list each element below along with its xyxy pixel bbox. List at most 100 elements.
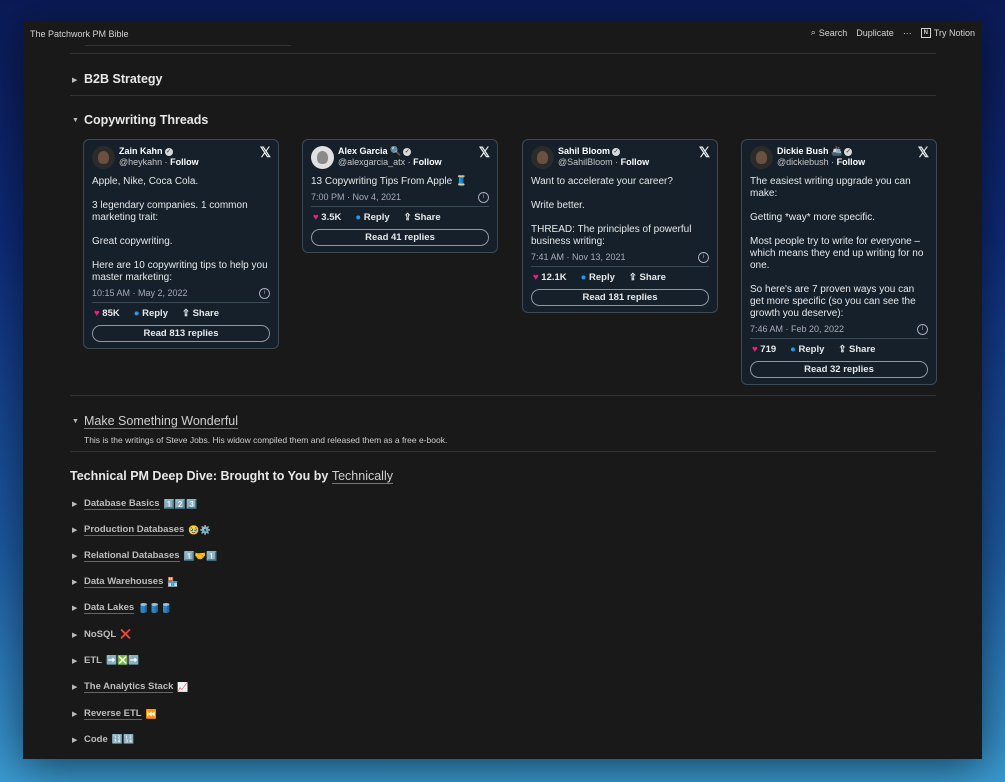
share-button[interactable]: ⇪ Share: [838, 344, 875, 355]
section-b2b-strategy[interactable]: B2B Strategy: [84, 72, 163, 86]
tech-item-label[interactable]: Relational Databases: [84, 550, 180, 562]
read-replies-button[interactable]: Read 41 replies: [311, 229, 489, 246]
tech-item-label[interactable]: Reverse ETL: [84, 708, 142, 720]
tweet-card[interactable]: Zain Kahn ✓ @heykahn · Follow 𝕏 Apple, Ni…: [83, 139, 279, 349]
tweet-timestamp[interactable]: 10:15 AM · May 2, 2022: [92, 288, 188, 299]
tweet-timestamp[interactable]: 7:46 AM · Feb 20, 2022: [750, 324, 844, 335]
top-bar: The Patchwork PM Bible ⌕ Search Duplicat…: [23, 22, 982, 46]
tech-item[interactable]: ▶ Data Warehouses 🏪: [72, 576, 179, 588]
x-logo-icon[interactable]: 𝕏: [479, 144, 490, 161]
like-button[interactable]: ♥ 85K: [94, 308, 120, 319]
author-name[interactable]: Sahil Bloom: [558, 146, 610, 156]
like-count: 12.1K: [541, 272, 567, 283]
follow-link[interactable]: Follow: [413, 157, 442, 167]
avatar[interactable]: [531, 146, 554, 169]
tweet-card[interactable]: Dickie Bush 🚢 ✓ @dickiebush · Follow 𝕏 Th…: [741, 139, 937, 385]
tech-item-label[interactable]: Data Warehouses: [84, 576, 164, 588]
x-logo-icon[interactable]: 𝕏: [699, 144, 710, 161]
toggle-arrow-icon[interactable]: ▶: [72, 604, 84, 612]
tweet-author: Zain Kahn ✓ @heykahn · Follow: [92, 146, 199, 169]
tech-item[interactable]: ▶ Database Basics 1️⃣2️⃣3️⃣: [72, 498, 197, 510]
tech-item[interactable]: ▶ Code 🔢🔢: [72, 734, 134, 745]
info-icon[interactable]: i: [478, 192, 489, 203]
avatar[interactable]: [92, 146, 115, 169]
toggle-arrow-icon[interactable]: ▶: [72, 578, 84, 586]
tech-item-label[interactable]: Production Databases: [84, 524, 185, 536]
like-button[interactable]: ♥ 719: [752, 344, 776, 355]
share-button[interactable]: ⇪ Share: [404, 212, 441, 223]
tech-item-label[interactable]: ETL: [84, 655, 102, 666]
like-button[interactable]: ♥ 3.5K: [313, 212, 341, 223]
tech-item[interactable]: ▶ The Analytics Stack 📈: [72, 681, 189, 693]
tech-item-label[interactable]: Code: [84, 734, 108, 745]
tech-item-label[interactable]: Data Lakes: [84, 602, 135, 614]
author-name[interactable]: Dickie Bush: [777, 146, 829, 156]
divider: [70, 95, 936, 96]
tweet-card[interactable]: Sahil Bloom ✓ @SahilBloom · Follow 𝕏 Want…: [522, 139, 718, 313]
author-handle[interactable]: @dickiebush: [777, 157, 829, 167]
tech-item[interactable]: ▶ Reverse ETL ⏮️: [72, 708, 157, 720]
section-make-something-wonderful[interactable]: Make Something Wonderful: [84, 414, 239, 429]
toggle-arrow-icon[interactable]: ▶: [72, 76, 77, 84]
toggle-arrow-down-icon[interactable]: ▼: [72, 117, 79, 124]
avatar[interactable]: [750, 146, 773, 169]
toggle-arrow-icon[interactable]: ▶: [72, 683, 84, 691]
reply-button[interactable]: ● Reply: [581, 272, 615, 283]
like-count: 3.5K: [321, 212, 342, 223]
like-button[interactable]: ♥ 12.1K: [533, 272, 567, 283]
tweet-text: 13 Copywriting Tips From Apple 🧵: [311, 176, 468, 187]
tweet-actions: ♥ 12.1K ● Reply ⇪ Share: [533, 272, 666, 283]
info-icon[interactable]: i: [917, 324, 928, 335]
info-icon[interactable]: i: [259, 288, 270, 299]
tech-item-label[interactable]: NoSQL: [84, 629, 116, 640]
tech-item-label[interactable]: The Analytics Stack: [84, 681, 174, 693]
author-name[interactable]: Zain Kahn: [119, 146, 163, 156]
search-button[interactable]: ⌕ Search: [811, 27, 848, 38]
x-logo-icon[interactable]: 𝕏: [260, 144, 271, 161]
toggle-arrow-icon[interactable]: ▶: [72, 736, 84, 744]
try-notion-button[interactable]: N Try Notion: [920, 27, 975, 38]
divider: [85, 45, 291, 46]
read-replies-button[interactable]: Read 181 replies: [531, 289, 709, 306]
page-link[interactable]: Make Something Wonderful: [84, 414, 239, 429]
author-handle[interactable]: @alexgarcia_atx: [338, 157, 405, 167]
follow-link[interactable]: Follow: [837, 157, 866, 167]
toggle-arrow-icon[interactable]: ▶: [72, 631, 84, 639]
technically-link[interactable]: Technically: [331, 469, 393, 484]
author-handle[interactable]: @SahilBloom: [558, 157, 613, 167]
tech-item[interactable]: ▶ ETL ➡️❎➡️: [72, 655, 140, 666]
follow-link[interactable]: Follow: [621, 157, 650, 167]
tweet-timestamp[interactable]: 7:41 AM · Nov 13, 2021: [531, 252, 626, 263]
reply-button[interactable]: ● Reply: [790, 344, 824, 355]
tech-item[interactable]: ▶ Production Databases 🥹⚙️: [72, 524, 211, 536]
tech-item[interactable]: ▶ Relational Databases 1️⃣🤝1️⃣: [72, 550, 217, 562]
toggle-arrow-icon[interactable]: ▶: [72, 526, 84, 534]
share-button[interactable]: ⇪ Share: [629, 272, 666, 283]
avatar[interactable]: [311, 146, 334, 169]
toggle-arrow-down-icon[interactable]: ▼: [72, 418, 79, 425]
toggle-arrow-icon[interactable]: ▶: [72, 552, 84, 560]
author-handle[interactable]: @heykahn: [119, 157, 162, 167]
reply-button[interactable]: ● Reply: [134, 308, 168, 319]
read-replies-button[interactable]: Read 813 replies: [92, 325, 270, 342]
toggle-arrow-icon[interactable]: ▶: [72, 500, 84, 508]
duplicate-button[interactable]: Duplicate: [856, 28, 894, 38]
divider: [70, 395, 936, 396]
more-options-button[interactable]: ···: [903, 28, 912, 38]
follow-link[interactable]: Follow: [170, 157, 199, 167]
tech-item-label[interactable]: Database Basics: [84, 498, 160, 510]
tweet-card[interactable]: Alex Garcia 🔍 ✓ @alexgarcia_atx · Follow …: [302, 139, 498, 253]
read-replies-button[interactable]: Read 32 replies: [750, 361, 928, 378]
section-copywriting-threads[interactable]: Copywriting Threads: [84, 113, 208, 127]
toggle-arrow-icon[interactable]: ▶: [72, 710, 84, 718]
share-button[interactable]: ⇪ Share: [182, 308, 219, 319]
x-logo-icon[interactable]: 𝕏: [918, 144, 929, 161]
tech-item-emoji: ⏮️: [145, 708, 157, 719]
info-icon[interactable]: i: [698, 252, 709, 263]
tech-item[interactable]: ▶ Data Lakes 🛢️🛢️🛢️: [72, 602, 172, 614]
reply-button[interactable]: ● Reply: [355, 212, 389, 223]
tech-item[interactable]: ▶ NoSQL ❌: [72, 629, 131, 640]
author-name[interactable]: Alex Garcia: [338, 146, 388, 156]
tweet-timestamp[interactable]: 7:00 PM · Nov 4, 2021: [311, 192, 401, 203]
toggle-arrow-icon[interactable]: ▶: [72, 657, 84, 665]
